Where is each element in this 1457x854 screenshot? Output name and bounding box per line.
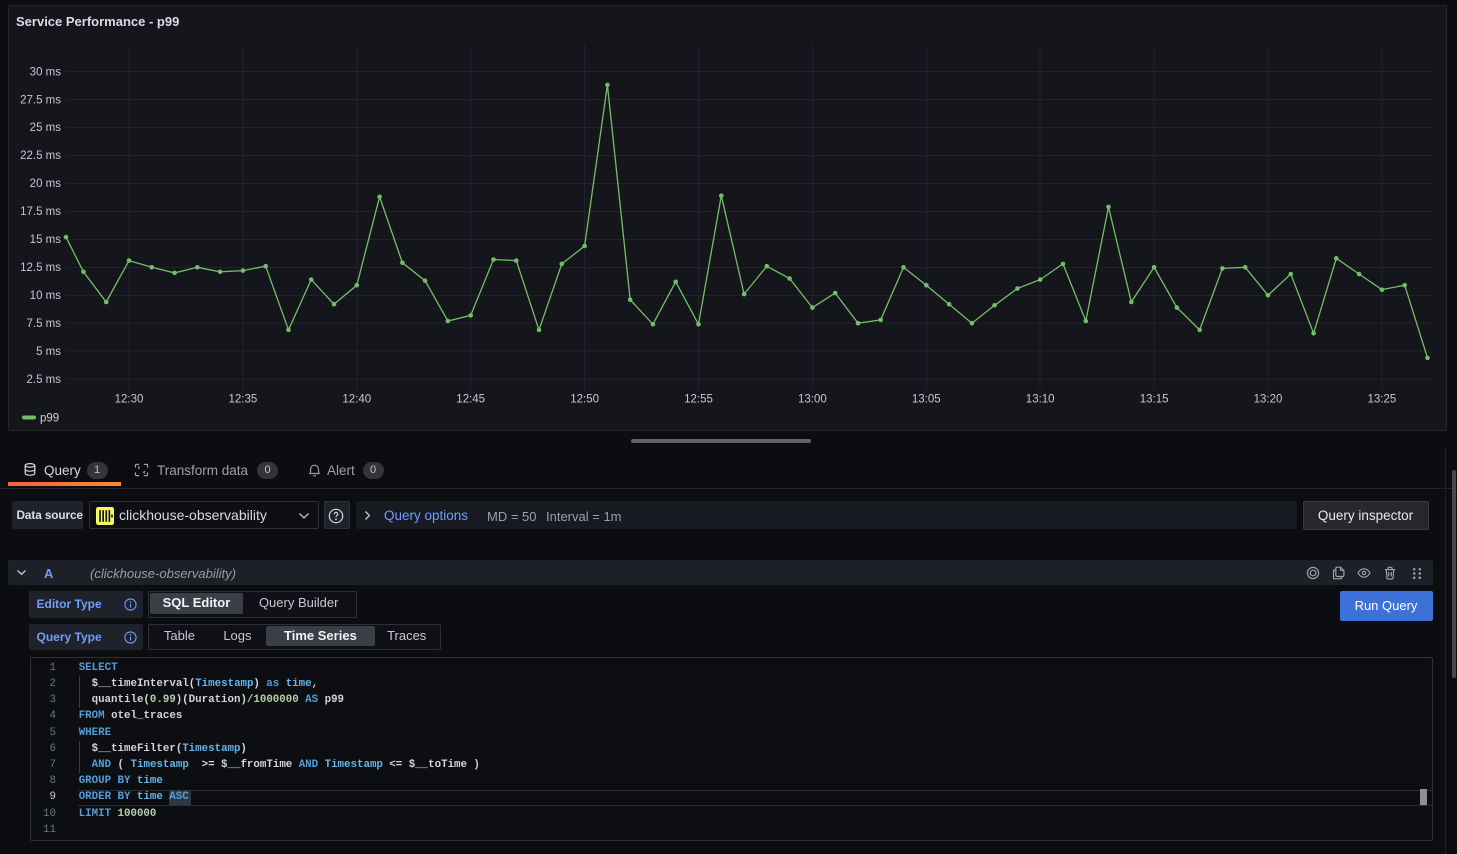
svg-text:22.5 ms: 22.5 ms [20,150,61,162]
svg-text:17.5 ms: 17.5 ms [20,206,61,218]
svg-text:12:55: 12:55 [684,394,713,406]
svg-text:12:45: 12:45 [456,394,485,406]
svg-text:13:15: 13:15 [1140,394,1169,406]
svg-text:12:50: 12:50 [570,394,599,406]
svg-text:12:30: 12:30 [115,394,144,406]
svg-text:30 ms: 30 ms [30,66,62,78]
svg-text:7.5 ms: 7.5 ms [26,318,61,330]
svg-text:5 ms: 5 ms [36,346,61,358]
svg-text:13:20: 13:20 [1254,394,1283,406]
svg-text:15 ms: 15 ms [30,234,62,246]
svg-text:13:05: 13:05 [912,394,941,406]
svg-text:20 ms: 20 ms [30,178,62,190]
svg-text:2.5 ms: 2.5 ms [26,374,61,386]
svg-text:12:35: 12:35 [229,394,258,406]
svg-text:13:25: 13:25 [1368,394,1397,406]
svg-text:10 ms: 10 ms [30,290,62,302]
svg-text:13:00: 13:00 [798,394,827,406]
svg-text:27.5 ms: 27.5 ms [20,94,61,106]
svg-text:12.5 ms: 12.5 ms [20,262,61,274]
svg-text:p99: p99 [40,413,59,425]
svg-text:12:40: 12:40 [342,394,371,406]
svg-text:13:10: 13:10 [1026,394,1055,406]
svg-text:25 ms: 25 ms [30,122,62,134]
